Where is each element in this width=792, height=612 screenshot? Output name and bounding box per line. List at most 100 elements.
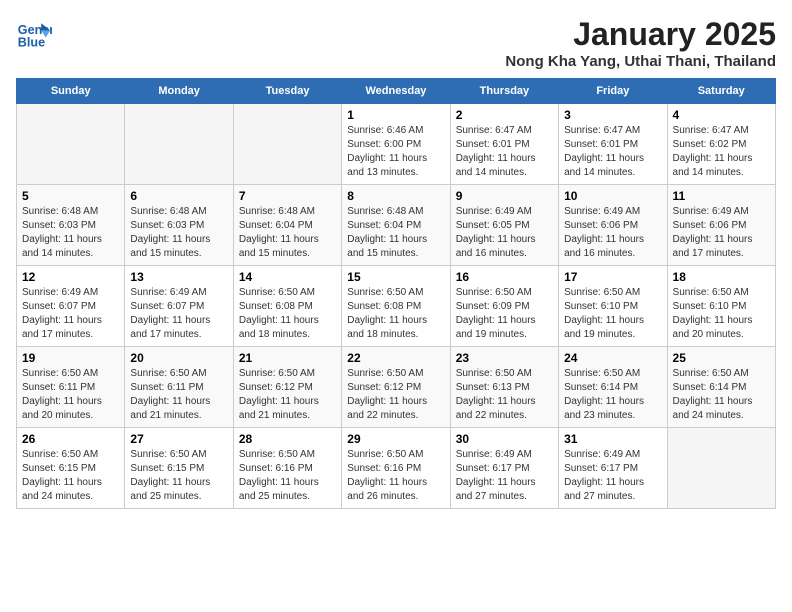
calendar-cell: 18 Sunrise: 6:50 AM Sunset: 6:10 PM Dayli… — [667, 266, 775, 347]
calendar-cell: 15Sunrise: 6:50 AM Sunset: 6:08 PM Dayli… — [342, 266, 450, 347]
day-info: Sunrise: 6:50 AM Sunset: 6:12 PM Dayligh… — [239, 367, 336, 423]
day-number: 6 — [130, 189, 227, 203]
calendar-cell: 23Sunrise: 6:50 AM Sunset: 6:13 PM Dayli… — [450, 347, 558, 428]
calendar-cell: 3 Sunrise: 6:47 AM Sunset: 6:01 PM Daylig… — [559, 104, 667, 185]
day-number: 9 — [456, 189, 553, 203]
week-row-4: 19Sunrise: 6:50 AM Sunset: 6:11 PM Dayli… — [17, 347, 776, 428]
week-row-2: 5 Sunrise: 6:48 AM Sunset: 6:03 PM Daylig… — [17, 185, 776, 266]
day-info: Sunrise: 6:49 AM Sunset: 6:05 PM Dayligh… — [456, 205, 553, 261]
day-number: 11 — [673, 189, 770, 203]
calendar-cell: 12 Sunrise: 6:49 AM Sunset: 6:07 PM Dayli… — [17, 266, 125, 347]
day-info: Sunrise: 6:50 AM Sunset: 6:16 PM Dayligh… — [347, 448, 444, 504]
day-info: Sunrise: 6:50 AM Sunset: 6:11 PM Dayligh… — [130, 367, 227, 423]
day-number: 17 — [564, 270, 661, 284]
day-info: Sunrise: 6:50 AM Sunset: 6:13 PM Dayligh… — [456, 367, 553, 423]
weekday-header-tuesday: Tuesday — [233, 79, 341, 104]
day-info: Sunrise: 6:50 AM Sunset: 6:15 PM Dayligh… — [22, 448, 119, 504]
day-info: Sunrise: 6:47 AM Sunset: 6:01 PM Dayligh… — [456, 124, 553, 180]
calendar-cell: 14 Sunrise: 6:50 AM Sunset: 6:08 PM Dayli… — [233, 266, 341, 347]
title-block: January 2025 Nong Kha Yang, Uthai Thani,… — [505, 16, 776, 70]
day-info: Sunrise: 6:50 AM Sunset: 6:10 PM Dayligh… — [564, 286, 661, 342]
day-number: 25 — [673, 351, 770, 365]
day-number: 18 — [673, 270, 770, 284]
weekday-header-monday: Monday — [125, 79, 233, 104]
day-number: 28 — [239, 432, 336, 446]
day-info: Sunrise: 6:49 AM Sunset: 6:17 PM Dayligh… — [564, 448, 661, 504]
calendar-cell: 21 Sunrise: 6:50 AM Sunset: 6:12 PM Dayli… — [233, 347, 341, 428]
calendar-cell: 22 Sunrise: 6:50 AM Sunset: 6:12 PM Dayli… — [342, 347, 450, 428]
day-number: 24 — [564, 351, 661, 365]
day-number: 4 — [673, 108, 770, 122]
day-number: 30 — [456, 432, 553, 446]
calendar-cell: 13 Sunrise: 6:49 AM Sunset: 6:07 PM Dayli… — [125, 266, 233, 347]
day-number: 1 — [347, 108, 444, 122]
day-info: Sunrise: 6:50 AM Sunset: 6:15 PM Dayligh… — [130, 448, 227, 504]
calendar-cell: 29 Sunrise: 6:50 AM Sunset: 6:16 PM Dayli… — [342, 428, 450, 509]
day-info: Sunrise: 6:48 AM Sunset: 6:04 PM Dayligh… — [239, 205, 336, 261]
weekday-header-friday: Friday — [559, 79, 667, 104]
day-info: Sunrise: 6:50 AM Sunset: 6:16 PM Dayligh… — [239, 448, 336, 504]
calendar-cell: 9 Sunrise: 6:49 AM Sunset: 6:05 PM Daylig… — [450, 185, 558, 266]
day-number: 2 — [456, 108, 553, 122]
calendar-table: SundayMondayTuesdayWednesdayThursdayFrid… — [16, 78, 776, 509]
weekday-header-row: SundayMondayTuesdayWednesdayThursdayFrid… — [17, 79, 776, 104]
day-info: Sunrise: 6:50 AM Sunset: 6:09 PM Dayligh… — [456, 286, 553, 342]
svg-text:Blue: Blue — [18, 36, 45, 50]
day-number: 29 — [347, 432, 444, 446]
day-number: 13 — [130, 270, 227, 284]
day-info: Sunrise: 6:46 AM Sunset: 6:00 PM Dayligh… — [347, 124, 444, 180]
day-number: 5 — [22, 189, 119, 203]
calendar-cell: 4 Sunrise: 6:47 AM Sunset: 6:02 PM Daylig… — [667, 104, 775, 185]
day-info: Sunrise: 6:49 AM Sunset: 6:07 PM Dayligh… — [130, 286, 227, 342]
weekday-header-sunday: Sunday — [17, 79, 125, 104]
day-number: 7 — [239, 189, 336, 203]
calendar-title: January 2025 — [505, 16, 776, 53]
calendar-cell: 7 Sunrise: 6:48 AM Sunset: 6:04 PM Daylig… — [233, 185, 341, 266]
day-number: 20 — [130, 351, 227, 365]
calendar-cell: 26 Sunrise: 6:50 AM Sunset: 6:15 PM Dayli… — [17, 428, 125, 509]
day-number: 16 — [456, 270, 553, 284]
day-info: Sunrise: 6:47 AM Sunset: 6:01 PM Dayligh… — [564, 124, 661, 180]
week-row-3: 12 Sunrise: 6:49 AM Sunset: 6:07 PM Dayli… — [17, 266, 776, 347]
calendar-cell — [125, 104, 233, 185]
day-number: 22 — [347, 351, 444, 365]
day-number: 12 — [22, 270, 119, 284]
calendar-cell — [233, 104, 341, 185]
calendar-cell: 6 Sunrise: 6:48 AM Sunset: 6:03 PM Daylig… — [125, 185, 233, 266]
day-info: Sunrise: 6:49 AM Sunset: 6:06 PM Dayligh… — [673, 205, 770, 261]
day-info: Sunrise: 6:50 AM Sunset: 6:10 PM Dayligh… — [673, 286, 770, 342]
calendar-cell: 28 Sunrise: 6:50 AM Sunset: 6:16 PM Dayli… — [233, 428, 341, 509]
week-row-1: 1 Sunrise: 6:46 AM Sunset: 6:00 PM Daylig… — [17, 104, 776, 185]
page-header: General Blue January 2025 Nong Kha Yang,… — [16, 16, 776, 70]
day-info: Sunrise: 6:48 AM Sunset: 6:04 PM Dayligh… — [347, 205, 444, 261]
day-info: Sunrise: 6:48 AM Sunset: 6:03 PM Dayligh… — [130, 205, 227, 261]
day-info: Sunrise: 6:49 AM Sunset: 6:06 PM Dayligh… — [564, 205, 661, 261]
day-info: Sunrise: 6:47 AM Sunset: 6:02 PM Dayligh… — [673, 124, 770, 180]
calendar-cell: 31 Sunrise: 6:49 AM Sunset: 6:17 PM Dayli… — [559, 428, 667, 509]
weekday-header-saturday: Saturday — [667, 79, 775, 104]
calendar-subtitle: Nong Kha Yang, Uthai Thani, Thailand — [505, 53, 776, 70]
calendar-cell: 2 Sunrise: 6:47 AM Sunset: 6:01 PM Daylig… — [450, 104, 558, 185]
logo: General Blue — [16, 16, 52, 52]
calendar-cell: 16 Sunrise: 6:50 AM Sunset: 6:09 PM Dayli… — [450, 266, 558, 347]
day-number: 31 — [564, 432, 661, 446]
calendar-cell: 5 Sunrise: 6:48 AM Sunset: 6:03 PM Daylig… — [17, 185, 125, 266]
weekday-header-thursday: Thursday — [450, 79, 558, 104]
calendar-cell: 8Sunrise: 6:48 AM Sunset: 6:04 PM Daylig… — [342, 185, 450, 266]
calendar-cell: 11 Sunrise: 6:49 AM Sunset: 6:06 PM Dayli… — [667, 185, 775, 266]
day-number: 15 — [347, 270, 444, 284]
day-info: Sunrise: 6:50 AM Sunset: 6:08 PM Dayligh… — [239, 286, 336, 342]
calendar-cell: 10 Sunrise: 6:49 AM Sunset: 6:06 PM Dayli… — [559, 185, 667, 266]
day-number: 14 — [239, 270, 336, 284]
day-number: 10 — [564, 189, 661, 203]
day-info: Sunrise: 6:50 AM Sunset: 6:12 PM Dayligh… — [347, 367, 444, 423]
day-info: Sunrise: 6:48 AM Sunset: 6:03 PM Dayligh… — [22, 205, 119, 261]
day-number: 3 — [564, 108, 661, 122]
day-number: 21 — [239, 351, 336, 365]
day-info: Sunrise: 6:49 AM Sunset: 6:07 PM Dayligh… — [22, 286, 119, 342]
calendar-cell — [17, 104, 125, 185]
calendar-cell: 1 Sunrise: 6:46 AM Sunset: 6:00 PM Daylig… — [342, 104, 450, 185]
calendar-cell — [667, 428, 775, 509]
day-info: Sunrise: 6:49 AM Sunset: 6:17 PM Dayligh… — [456, 448, 553, 504]
day-number: 26 — [22, 432, 119, 446]
